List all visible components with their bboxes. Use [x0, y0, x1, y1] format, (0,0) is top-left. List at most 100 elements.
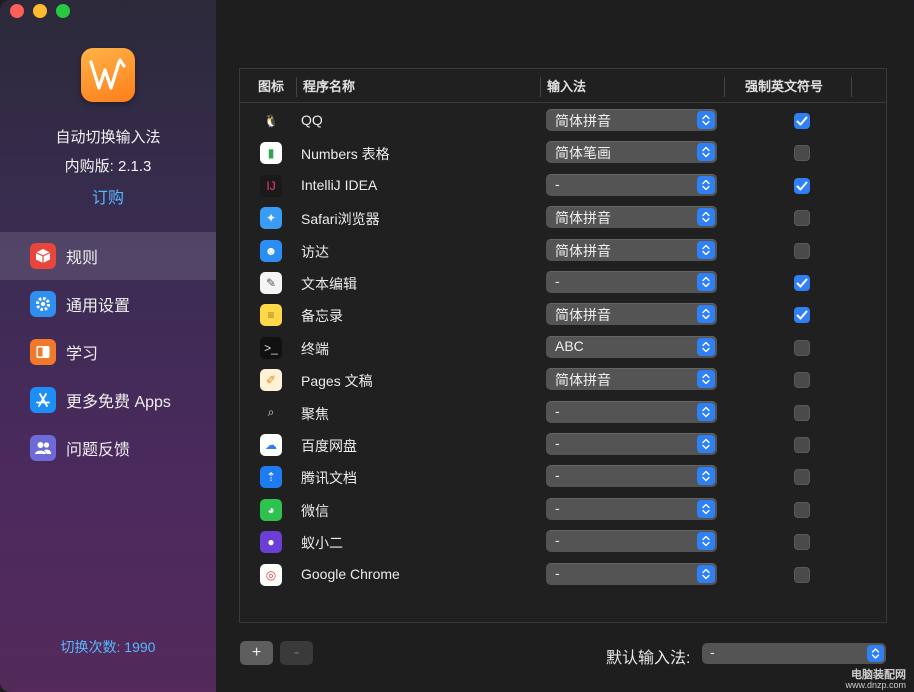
chevron-updown-icon: [697, 337, 715, 356]
switch-count: 切换次数: 1990: [60, 639, 156, 655]
input-method-select[interactable]: -: [546, 465, 717, 488]
force-english-checkbox[interactable]: [794, 307, 810, 324]
intellij-icon: IJ: [260, 174, 282, 197]
app-name-cell: Numbers 表格: [301, 146, 390, 163]
input-method-select[interactable]: 简体拼音: [546, 368, 717, 391]
force-english-checkbox[interactable]: [794, 275, 810, 291]
sidebar-item-more-apps[interactable]: 更多免费 Apps: [0, 376, 216, 424]
table-row[interactable]: ▮ Numbers 表格 简体笔画: [240, 137, 886, 169]
numbers-icon: ▮: [260, 142, 282, 165]
default-input-select[interactable]: -: [702, 643, 886, 664]
force-english-checkbox[interactable]: [794, 469, 810, 486]
app-name-cell: Pages 文稿: [301, 373, 373, 390]
force-english-checkbox[interactable]: [794, 177, 810, 194]
sidebar-item-feedback[interactable]: 问题反馈: [0, 424, 216, 472]
chevron-updown-icon: [697, 467, 715, 486]
sidebar-item-rules[interactable]: 规则: [0, 232, 216, 280]
table-row[interactable]: ◕ 微信 -: [240, 494, 886, 526]
sidebar: 自动切换输入法 内购版: 2.1.3 订购 规则 通用设置 学习 更多免费 Ap…: [0, 0, 216, 692]
input-method-value: -: [555, 175, 560, 192]
people-icon: [30, 435, 56, 461]
input-method-value: -: [555, 467, 560, 484]
input-method-value: 简体拼音: [555, 242, 611, 259]
header-icon[interactable]: 图标: [258, 77, 284, 97]
input-method-value: -: [555, 273, 560, 289]
chevron-updown-icon: [697, 208, 715, 227]
header-app-name[interactable]: 程序名称: [303, 77, 355, 97]
chevron-updown-icon: [697, 175, 715, 194]
sidebar-item-label: 学习: [66, 346, 99, 363]
qq-icon: 🐧: [263, 114, 279, 128]
buy-link[interactable]: 订购: [0, 184, 216, 208]
table-row[interactable]: ◎ Google Chrome -: [240, 559, 886, 591]
app-logo-icon: [81, 48, 135, 102]
input-method-select[interactable]: -: [546, 433, 717, 455]
input-method-select[interactable]: -: [546, 497, 717, 520]
force-english-checkbox[interactable]: [794, 372, 810, 389]
table-row[interactable]: ✦ Safari浏览器 简体拼音: [240, 202, 886, 234]
force-english-checkbox[interactable]: [794, 566, 810, 583]
chevron-updown-icon: [697, 532, 715, 551]
table-row[interactable]: ≡ 备忘录 简体拼音: [240, 299, 886, 331]
table-row[interactable]: 🐧 QQ 简体拼音: [240, 105, 886, 137]
table-row[interactable]: ⇡ 腾讯文档 -: [240, 461, 886, 493]
force-english-checkbox[interactable]: [794, 404, 810, 421]
input-method-select[interactable]: 简体拼音: [546, 206, 717, 229]
pages-icon: ✐: [260, 369, 282, 392]
chevron-updown-icon: [697, 564, 715, 583]
input-method-select[interactable]: 简体拼音: [546, 109, 717, 131]
input-method-value: -: [555, 499, 560, 516]
force-english-checkbox[interactable]: [794, 339, 810, 356]
force-english-checkbox[interactable]: [794, 437, 810, 453]
input-method-select[interactable]: -: [546, 271, 717, 293]
input-method-select[interactable]: 简体笔画: [546, 141, 717, 164]
sidebar-item-label: 更多免费 Apps: [66, 394, 171, 411]
input-method-select[interactable]: -: [546, 530, 717, 553]
input-method-select[interactable]: -: [546, 400, 717, 423]
minimize-button[interactable]: [33, 4, 47, 18]
column-divider: [851, 77, 852, 97]
app-name-cell: QQ: [301, 112, 323, 128]
chevron-updown-icon: [697, 111, 715, 129]
input-method-select[interactable]: ABC: [546, 335, 717, 358]
force-english-checkbox[interactable]: [794, 242, 810, 259]
header-input-method[interactable]: 输入法: [547, 77, 586, 97]
table-row[interactable]: ☻ 访达 简体拼音: [240, 235, 886, 267]
force-english-checkbox[interactable]: [794, 501, 810, 518]
table-row[interactable]: ● 蚁小二 -: [240, 526, 886, 558]
add-rule-button[interactable]: +: [240, 641, 273, 665]
chevron-updown-icon: [697, 370, 715, 389]
force-english-checkbox[interactable]: [794, 145, 810, 162]
column-divider: [540, 77, 541, 97]
rules-table: 图标 程序名称 输入法 强制英文符号 🐧 QQ 简体拼音 ▮ Numbers 表格 简体笔…: [239, 68, 887, 623]
wechat-icon: ◕: [260, 498, 282, 521]
input-method-select[interactable]: -: [546, 562, 717, 585]
table-row[interactable]: ☁ 百度网盘 -: [240, 429, 886, 461]
table-header: 图标 程序名称 输入法 强制英文符号: [240, 69, 886, 103]
force-english-checkbox[interactable]: [794, 210, 810, 227]
chevron-updown-icon: [697, 402, 715, 421]
chevron-updown-icon: [697, 499, 715, 518]
table-row[interactable]: IJ IntelliJ IDEA -: [240, 170, 886, 202]
table-row[interactable]: >_ 终端 ABC: [240, 332, 886, 364]
table-row[interactable]: ⌕ 聚焦 -: [240, 397, 886, 429]
force-english-checkbox[interactable]: [794, 113, 810, 129]
force-english-checkbox[interactable]: [794, 534, 810, 551]
book-icon: [30, 339, 56, 365]
input-method-select[interactable]: 简体拼音: [546, 303, 717, 326]
input-method-value: -: [555, 564, 560, 581]
sidebar-item-learn[interactable]: 学习: [0, 328, 216, 376]
header-force-english[interactable]: 强制英文符号: [745, 77, 823, 97]
close-button[interactable]: [10, 4, 24, 18]
input-method-select[interactable]: -: [546, 173, 717, 196]
input-method-select[interactable]: 简体拼音: [546, 238, 717, 261]
sidebar-item-settings[interactable]: 通用设置: [0, 280, 216, 328]
chevron-updown-icon: [697, 143, 715, 162]
table-row[interactable]: ✐ Pages 文稿 简体拼音: [240, 364, 886, 396]
zoom-button[interactable]: [56, 4, 70, 18]
table-row[interactable]: ✎ 文本编辑 -: [240, 267, 886, 299]
safari-icon: ✦: [260, 207, 282, 230]
remove-rule-button[interactable]: -: [280, 641, 313, 665]
column-divider: [724, 77, 725, 97]
app-name-cell: 聚焦: [301, 405, 329, 422]
